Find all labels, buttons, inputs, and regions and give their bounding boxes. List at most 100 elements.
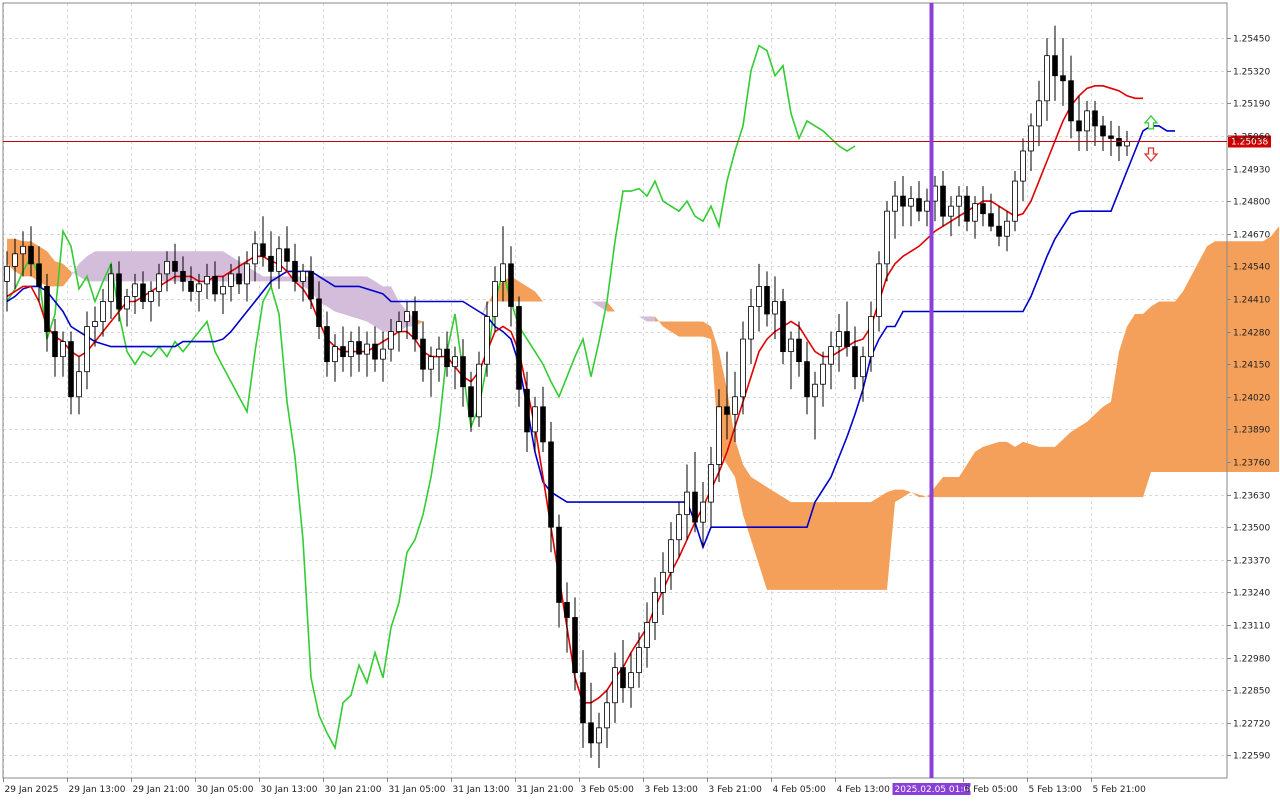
candle	[484, 301, 490, 377]
candle-body-up	[20, 245, 26, 255]
candle-body-up	[108, 273, 114, 302]
candle-body-down	[52, 331, 58, 358]
x-tick-label: 29 Jan 2025	[5, 785, 59, 795]
candle	[636, 632, 642, 688]
candle	[1092, 100, 1098, 146]
candle-body-down	[284, 248, 290, 262]
candle-body-up	[684, 491, 690, 516]
candle	[308, 256, 314, 309]
candle	[516, 296, 522, 407]
candle-body-up	[428, 356, 434, 370]
candle-body-down	[540, 406, 546, 443]
candle-body-down	[1052, 55, 1058, 77]
x-tick-label: 4 Feb 05:00	[773, 785, 827, 795]
candle-body-up	[132, 283, 138, 297]
candle-body-up	[220, 286, 226, 295]
axes: 1.25450 1.25320 1.25190 1.25060 1.24930 1.248…	[3, 35, 1270, 795]
candle	[60, 331, 66, 377]
y-tick-label: 1.24020	[1233, 394, 1270, 404]
candle	[380, 331, 386, 382]
candle	[84, 311, 90, 390]
candle	[1012, 171, 1018, 232]
y-tick-label: 1.23630	[1233, 492, 1270, 502]
candle	[828, 331, 834, 390]
kumo-bullish	[655, 226, 1279, 590]
candle-body-down	[116, 273, 122, 310]
candle	[1116, 125, 1122, 162]
candle-body-down	[900, 195, 906, 207]
candle-body-down	[580, 672, 586, 724]
x-tick-label: 29 Jan 13:00	[69, 785, 126, 795]
candle	[572, 597, 578, 691]
candle-body-up	[164, 260, 170, 275]
candle	[1004, 211, 1010, 252]
y-tick-label: 1.24800	[1233, 198, 1270, 208]
candle	[852, 326, 858, 390]
x-tick-label: 5 Feb 13:00	[1029, 785, 1083, 795]
candle-body-up	[492, 280, 498, 317]
x-tick-label: 4 Feb 13:00	[837, 785, 891, 795]
candle-body-up	[1020, 150, 1026, 182]
x-tick-label: 3 Feb 13:00	[645, 785, 699, 795]
candle-body-up	[252, 243, 258, 265]
candle-body-down	[340, 346, 346, 358]
candle	[1020, 138, 1026, 202]
candle	[348, 331, 354, 377]
candle	[492, 266, 498, 332]
candle-body-up	[404, 311, 410, 322]
candle	[1084, 100, 1090, 151]
y-tick-label: 1.23890	[1233, 426, 1270, 436]
candle-body-up	[1004, 220, 1010, 237]
x-tick-label: 5 Feb 05:00	[965, 785, 1019, 795]
candle-body-up	[4, 265, 10, 282]
y-tick-label: 1.23500	[1233, 524, 1270, 534]
candle-body-up	[388, 331, 394, 350]
candle-body-down	[1108, 135, 1114, 139]
candle	[580, 650, 586, 748]
candle	[260, 216, 266, 267]
candle	[460, 339, 466, 407]
candle-body-up	[868, 316, 874, 358]
candle	[412, 296, 418, 352]
y-tick-label: 1.24930	[1233, 166, 1270, 176]
chart-canvas: 1.250382025.02.05 01:001.254501.253201.2…	[2, 2, 1280, 795]
candle-body-down	[460, 356, 466, 388]
candle	[1044, 38, 1050, 121]
candle	[956, 186, 962, 227]
candle	[476, 351, 482, 427]
candle-body-down	[724, 406, 730, 415]
candle-body-up	[956, 195, 962, 207]
candle-body-down	[988, 213, 994, 227]
candle-body-up	[332, 346, 338, 363]
candle-body-up	[84, 326, 90, 373]
candle-body-down	[420, 338, 426, 370]
y-tick-label: 1.23760	[1233, 459, 1270, 469]
candle-body-down	[356, 341, 362, 355]
candle	[660, 552, 666, 615]
candle-body-up	[204, 275, 210, 285]
candle	[892, 181, 898, 239]
candle	[68, 331, 74, 415]
candle	[692, 451, 698, 533]
candle-body-up	[820, 363, 826, 385]
candle-body-down	[1092, 110, 1098, 127]
candle	[740, 321, 746, 415]
candle-body-down	[996, 225, 1002, 237]
candle	[764, 271, 770, 327]
y-tick-label: 1.25060	[1233, 133, 1270, 143]
y-tick-label: 1.23240	[1233, 589, 1270, 599]
candle-body-down	[852, 346, 858, 378]
candle-body-down	[964, 195, 970, 222]
candle-body-up	[924, 200, 930, 212]
candle-body-down	[1076, 120, 1082, 132]
candle	[1108, 120, 1114, 156]
candle-body-down	[372, 343, 378, 360]
candle-body-down	[268, 255, 274, 272]
candle-body-down	[180, 270, 186, 282]
candle-body-up	[860, 356, 866, 378]
candle	[220, 276, 226, 315]
candle-body-up	[748, 306, 754, 340]
candle-body-up	[836, 331, 842, 348]
candle	[76, 356, 82, 415]
indicator-lines	[6, 44, 1175, 751]
